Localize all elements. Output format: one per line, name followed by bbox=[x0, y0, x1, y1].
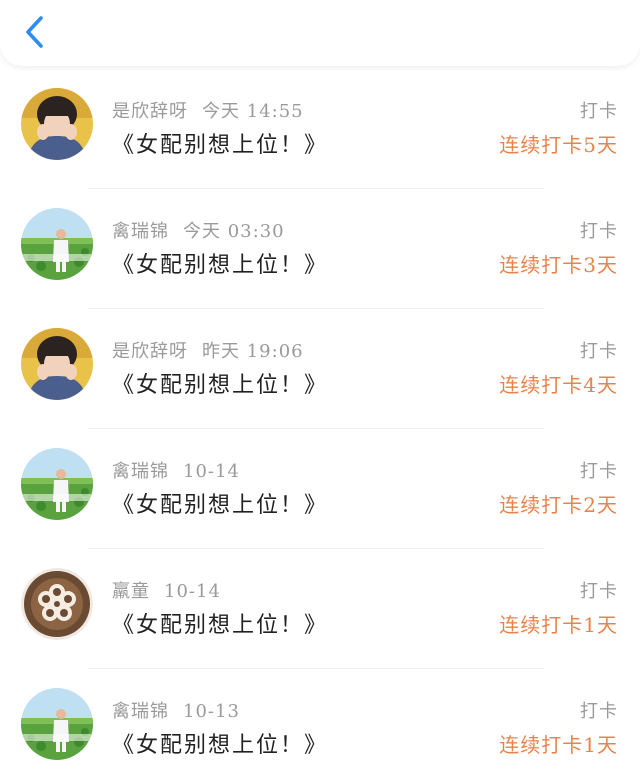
item-meta: 禽瑞锦 10-13 bbox=[112, 697, 240, 723]
action-label: 打卡 bbox=[580, 581, 618, 602]
field-figure-icon bbox=[21, 688, 93, 760]
username[interactable]: 是欣辞呀 bbox=[112, 341, 188, 362]
field-figure-icon bbox=[21, 208, 93, 280]
list-item[interactable]: 是欣辞呀 今天 14:55 《女配别想上位！》 打卡 连续打卡5天 bbox=[0, 69, 640, 189]
username[interactable]: 禽瑞锦 bbox=[112, 461, 169, 482]
action-label: 打卡 bbox=[580, 341, 618, 362]
back-button[interactable] bbox=[20, 12, 54, 52]
username[interactable]: 是欣辞呀 bbox=[112, 101, 188, 122]
item-meta: 禽瑞锦 今天 03:30 bbox=[112, 217, 285, 243]
chevron-left-icon bbox=[26, 16, 43, 48]
item-meta: 禽瑞锦 10-14 bbox=[112, 457, 240, 483]
timestamp: 10-14 bbox=[183, 461, 240, 482]
streak-label: 连续打卡2天 bbox=[499, 493, 618, 517]
username[interactable]: 禽瑞锦 bbox=[112, 701, 169, 722]
streak-label: 连续打卡3天 bbox=[499, 253, 618, 277]
timestamp: 昨天 19:06 bbox=[202, 341, 304, 362]
list-item[interactable]: 禽瑞锦 10-14 《女配别想上位！》 打卡 连续打卡2天 bbox=[0, 429, 640, 549]
list-item[interactable]: 禽瑞锦 10-13 《女配别想上位！》 打卡 连续打卡1天 bbox=[0, 669, 640, 779]
action-label: 打卡 bbox=[580, 461, 618, 482]
timestamp: 今天 14:55 bbox=[202, 101, 304, 122]
list-item[interactable]: 禽瑞锦 今天 03:30 《女配别想上位！》 打卡 连续打卡3天 bbox=[0, 189, 640, 309]
book-title[interactable]: 《女配别想上位！》 bbox=[112, 127, 328, 159]
item-meta: 是欣辞呀 昨天 19:06 bbox=[112, 337, 304, 363]
timestamp: 今天 03:30 bbox=[183, 221, 285, 242]
book-title[interactable]: 《女配别想上位！》 bbox=[112, 367, 328, 399]
book-title[interactable]: 《女配别想上位！》 bbox=[112, 607, 328, 639]
person-portrait-icon bbox=[21, 88, 93, 160]
streak-label: 连续打卡1天 bbox=[499, 733, 618, 757]
list-item[interactable]: 羸童 10-14 《女配别想上位！》 打卡 连续打卡1天 bbox=[0, 549, 640, 669]
avatar[interactable] bbox=[21, 568, 93, 640]
avatar[interactable] bbox=[21, 88, 93, 160]
checkin-feed-page: 是欣辞呀 今天 14:55 《女配别想上位！》 打卡 连续打卡5天 禽瑞锦 今天… bbox=[0, 0, 640, 779]
book-title[interactable]: 《女配别想上位！》 bbox=[112, 727, 328, 759]
streak-label: 连续打卡4天 bbox=[499, 373, 618, 397]
field-figure-icon bbox=[21, 448, 93, 520]
person-portrait-icon bbox=[21, 328, 93, 400]
username[interactable]: 禽瑞锦 bbox=[112, 221, 169, 242]
top-bar bbox=[0, 0, 640, 66]
checkin-list: 是欣辞呀 今天 14:55 《女配别想上位！》 打卡 连续打卡5天 禽瑞锦 今天… bbox=[0, 69, 640, 779]
avatar[interactable] bbox=[21, 448, 93, 520]
timestamp: 10-14 bbox=[164, 581, 221, 602]
username[interactable]: 羸童 bbox=[112, 581, 150, 602]
avatar[interactable] bbox=[21, 328, 93, 400]
action-label: 打卡 bbox=[580, 701, 618, 722]
item-meta: 羸童 10-14 bbox=[112, 577, 221, 603]
avatar[interactable] bbox=[21, 208, 93, 280]
timestamp: 10-13 bbox=[183, 701, 240, 722]
action-label: 打卡 bbox=[580, 101, 618, 122]
avatar[interactable] bbox=[21, 688, 93, 760]
item-meta: 是欣辞呀 今天 14:55 bbox=[112, 97, 304, 123]
book-title[interactable]: 《女配别想上位！》 bbox=[112, 247, 328, 279]
list-item[interactable]: 是欣辞呀 昨天 19:06 《女配别想上位！》 打卡 连续打卡4天 bbox=[0, 309, 640, 429]
latte-art-icon bbox=[21, 568, 93, 640]
book-title[interactable]: 《女配别想上位！》 bbox=[112, 487, 328, 519]
action-label: 打卡 bbox=[580, 221, 618, 242]
streak-label: 连续打卡1天 bbox=[499, 613, 618, 637]
streak-label: 连续打卡5天 bbox=[499, 133, 618, 157]
